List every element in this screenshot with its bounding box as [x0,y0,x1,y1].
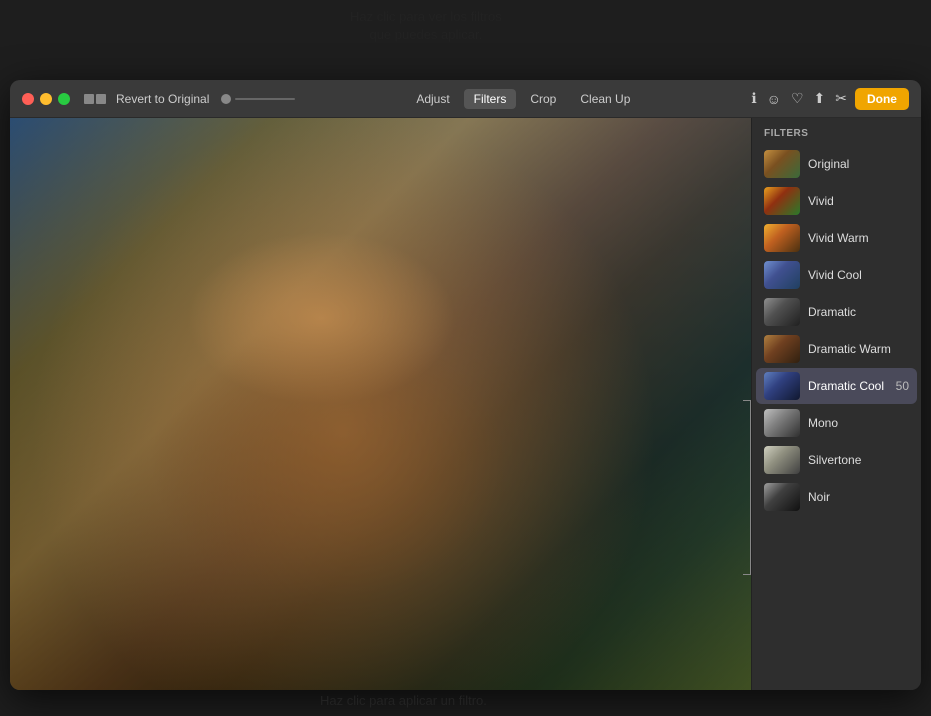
filter-item-dramatic-cool[interactable]: Dramatic Cool 50 [756,368,917,404]
done-button[interactable]: Done [855,88,909,110]
filter-item-noir[interactable]: Noir [756,479,917,515]
slider-thumb [221,94,231,104]
titlebar: Revert to Original Adjust Filters Crop C… [10,80,921,118]
filter-name-vivid-warm: Vivid Warm [808,231,909,245]
filter-thumb-dramatic [764,298,800,326]
filter-item-dramatic[interactable]: Dramatic [756,294,917,330]
filter-name-vivid-cool: Vivid Cool [808,268,909,282]
slider-track [235,98,295,100]
filter-item-vivid-warm[interactable]: Vivid Warm [756,220,917,256]
filter-name-dramatic: Dramatic [808,305,909,319]
share-icon[interactable]: ⬆ [814,90,826,107]
filter-name-original: Original [808,157,909,171]
filter-list: Original Vivid Vivid Warm Vivid Cool Dramati… [752,145,921,516]
toolbar-icons: ℹ ☺ ♡ ⬆ ✂ [751,90,847,107]
filter-thumb-silvertone [764,446,800,474]
tooltip-top: Haz clic para ver los filtros que puedes… [350,8,502,44]
filter-name-dramatic-cool: Dramatic Cool [808,379,888,393]
heart-icon[interactable]: ♡ [791,90,804,107]
info-icon[interactable]: ℹ [751,90,756,107]
filter-thumb-vivid [764,187,800,215]
filter-thumb-original [764,150,800,178]
filter-name-dramatic-warm: Dramatic Warm [808,342,909,356]
photo-placeholder [10,118,751,690]
portrait-overlay [10,118,751,690]
main-content: FILTERS Original Vivid Vivid Warm Vivid Coo… [10,118,921,690]
filters-header: FILTERS [752,118,921,145]
app-window: Revert to Original Adjust Filters Crop C… [10,80,921,690]
filter-thumb-vivid-warm [764,224,800,252]
filter-thumb-vivid-cool [764,261,800,289]
filter-name-silvertone: Silvertone [808,453,909,467]
filter-item-dramatic-warm[interactable]: Dramatic Warm [756,331,917,367]
filter-thumb-noir [764,483,800,511]
filter-name-noir: Noir [808,490,909,504]
filters-tab[interactable]: Filters [464,89,517,109]
minimize-button[interactable] [40,93,52,105]
filter-name-mono: Mono [808,416,909,430]
filter-item-vivid[interactable]: Vivid [756,183,917,219]
filter-item-silvertone[interactable]: Silvertone [756,442,917,478]
maximize-button[interactable] [58,93,70,105]
view-mode-icon[interactable] [84,94,106,104]
revert-to-original-button[interactable]: Revert to Original [116,92,209,106]
traffic-lights [22,93,70,105]
nav-buttons: Adjust Filters Crop Clean Up [406,89,640,109]
filter-item-vivid-cool[interactable]: Vivid Cool [756,257,917,293]
tooltip-bottom: Haz clic para aplicar un filtro. [320,693,487,708]
filter-thumb-mono [764,409,800,437]
intensity-slider[interactable] [221,94,295,104]
filter-thumb-dramatic-warm [764,335,800,363]
photo-area [10,118,751,690]
adjust-tab[interactable]: Adjust [406,89,459,109]
filter-item-original[interactable]: Original [756,146,917,182]
cleanup-tab[interactable]: Clean Up [570,89,640,109]
more-icon[interactable]: ✂ [835,90,847,107]
filters-panel: FILTERS Original Vivid Vivid Warm Vivid Coo… [751,118,921,690]
crop-tab[interactable]: Crop [520,89,566,109]
close-button[interactable] [22,93,34,105]
filter-value-dramatic-cool: 50 [896,379,909,393]
face-icon[interactable]: ☺ [767,91,781,107]
filter-name-vivid: Vivid [808,194,909,208]
filter-thumb-dramatic-cool [764,372,800,400]
filter-item-mono[interactable]: Mono [756,405,917,441]
